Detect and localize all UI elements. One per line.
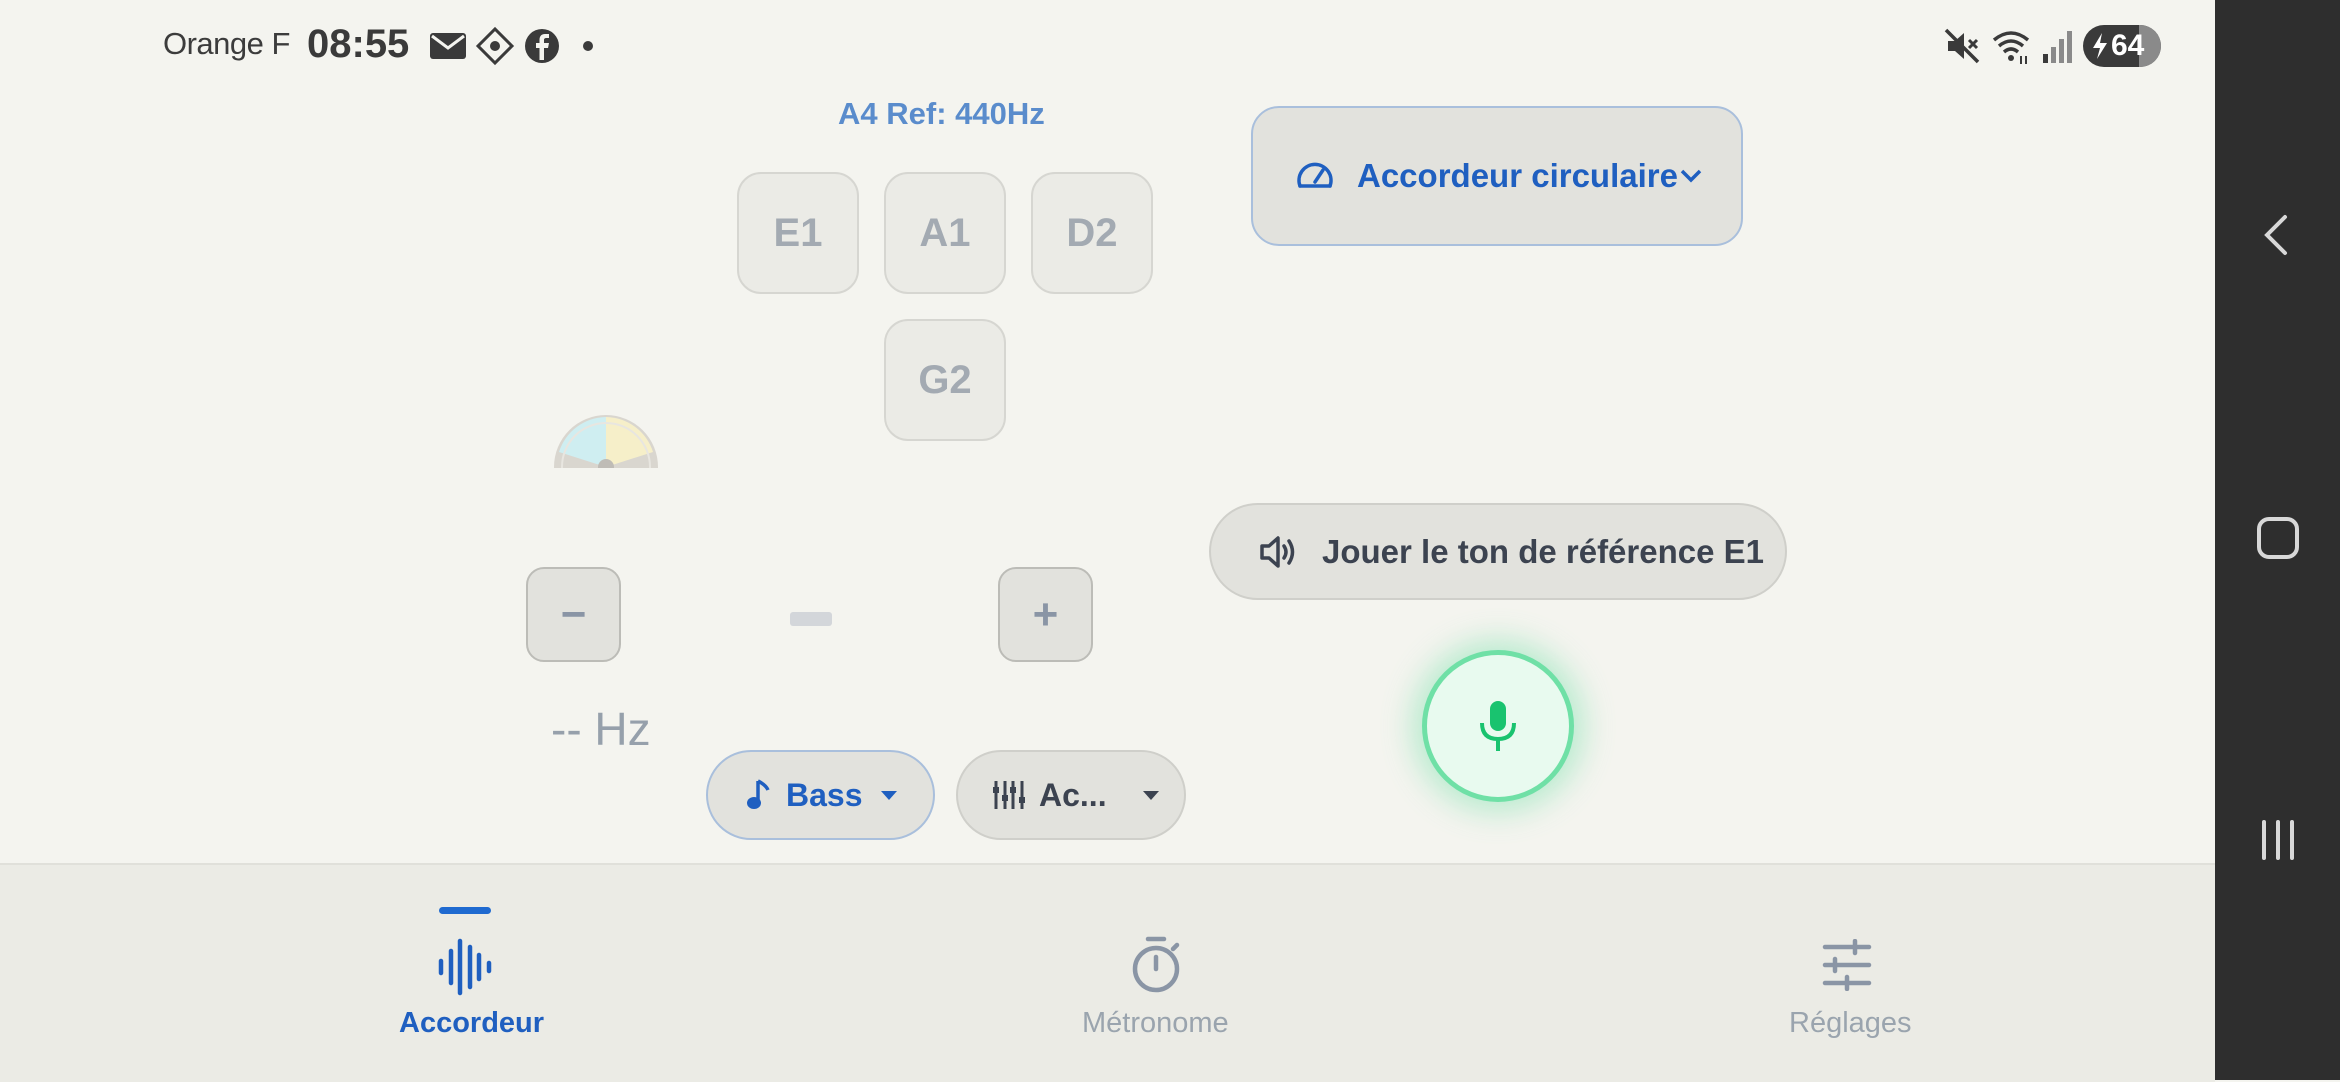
battery-level: 64 [2111, 29, 2145, 62]
tuner-dial [551, 412, 661, 468]
mute-icon [1944, 28, 1980, 64]
back-icon[interactable] [2257, 213, 2297, 257]
wifi-icon [1992, 31, 2030, 64]
microphone-button[interactable] [1422, 650, 1574, 802]
status-time: 08:55 [307, 22, 410, 66]
instrument-select[interactable]: Bass [706, 750, 935, 840]
tuning-select[interactable]: Ac... [956, 750, 1186, 840]
dropdown-caret-icon [1142, 791, 1159, 800]
increase-button[interactable]: + [998, 567, 1093, 662]
microphone-icon [1480, 701, 1516, 751]
recent-apps-icon[interactable] [2256, 818, 2300, 862]
messenger-diamond-icon [475, 26, 515, 66]
tuning-label: Ac... [1039, 776, 1107, 813]
nav-tab-metronome-label: Métronome [1082, 1007, 1229, 1039]
carrier-name: Orange F [163, 26, 290, 61]
mail-icon [430, 33, 466, 59]
music-note-icon [747, 779, 770, 809]
instrument-label: Bass [786, 776, 863, 813]
dot-icon [583, 41, 593, 51]
chevron-down-icon [1680, 169, 1702, 183]
cents-readout-placeholder [790, 612, 832, 626]
nav-tab-tuner-label: Accordeur [399, 1007, 545, 1039]
home-icon[interactable] [2256, 516, 2300, 560]
speedometer-icon [1297, 162, 1333, 188]
reference-frequency: A4 Ref: 440Hz [838, 96, 1045, 131]
facebook-icon [525, 29, 559, 63]
nav-tab-tuner[interactable]: Accordeur [365, 865, 565, 1082]
string-button-d2[interactable]: D2 [1031, 172, 1153, 294]
string-button-a1[interactable]: A1 [884, 172, 1006, 294]
string-button-e1[interactable]: E1 [737, 172, 859, 294]
waveform-icon [438, 938, 492, 996]
sliders-icon [1822, 939, 1872, 991]
tuning-pegs-icon [993, 781, 1025, 809]
frequency-readout: -- Hz [551, 703, 651, 755]
speaker-icon [1260, 535, 1295, 568]
nav-tab-settings[interactable]: Réglages [1747, 865, 1947, 1082]
decrease-button[interactable]: − [526, 567, 621, 662]
battery-icon: 64 [2083, 25, 2161, 67]
system-nav-bar [2215, 0, 2340, 1080]
string-button-g2[interactable]: G2 [884, 319, 1006, 441]
bottom-navigation: Accordeur Métronome Réglages [0, 863, 2215, 1082]
dropdown-caret-icon [880, 791, 897, 800]
play-reference-tone-button[interactable]: Jouer le ton de référence E1 [1209, 503, 1787, 600]
stopwatch-icon [1132, 936, 1180, 993]
tuner-mode-label: Accordeur circulaire [1357, 157, 1678, 194]
active-tab-indicator [439, 907, 491, 914]
signal-icon [2043, 31, 2072, 63]
nav-tab-metronome[interactable]: Métronome [1056, 865, 1256, 1082]
tuner-mode-select[interactable]: Accordeur circulaire [1251, 106, 1743, 246]
nav-tab-settings-label: Réglages [1789, 1007, 1912, 1039]
play-reference-tone-label: Jouer le ton de référence E1 [1322, 532, 1765, 570]
